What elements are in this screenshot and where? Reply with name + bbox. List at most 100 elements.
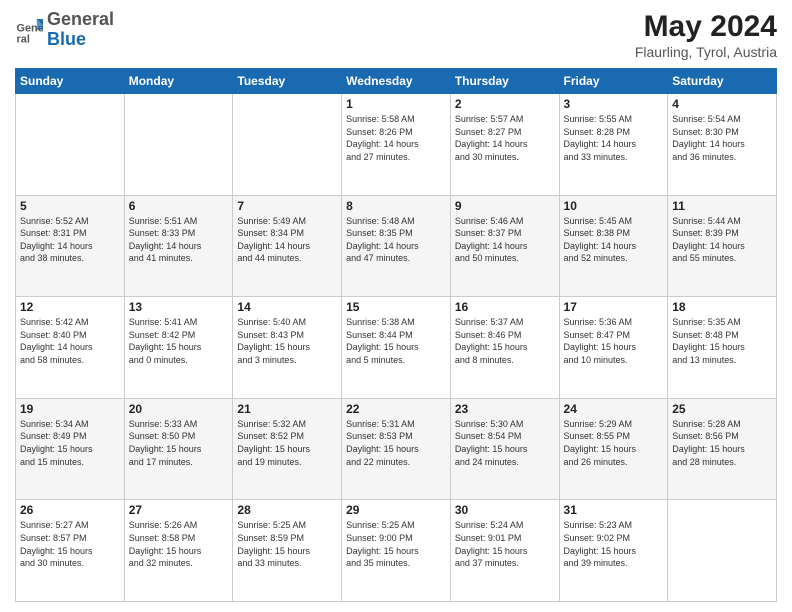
day-number: 31 <box>564 503 664 517</box>
day-info: Sunrise: 5:26 AM Sunset: 8:58 PM Dayligh… <box>129 519 229 569</box>
day-info: Sunrise: 5:33 AM Sunset: 8:50 PM Dayligh… <box>129 418 229 468</box>
calendar-cell: 28Sunrise: 5:25 AM Sunset: 8:59 PM Dayli… <box>233 500 342 602</box>
day-number: 16 <box>455 300 555 314</box>
day-number: 6 <box>129 199 229 213</box>
calendar-cell: 5 Sunrise: 5:52 AM Sunset: 8:31 PM Daylig… <box>16 195 125 297</box>
svg-text:ral: ral <box>17 33 30 44</box>
day-number: 24 <box>564 402 664 416</box>
calendar-cell: 30 Sunrise: 5:24 AM Sunset: 9:01 PM Dayli… <box>450 500 559 602</box>
day-info: Sunrise: 5:40 AM Sunset: 8:43 PM Dayligh… <box>237 316 337 366</box>
logo: Gene ral General Blue <box>15 10 114 50</box>
day-info: Sunrise: 5:55 AM Sunset: 8:28 PM Dayligh… <box>564 113 664 163</box>
calendar-cell: 12 Sunrise: 5:42 AM Sunset: 8:40 PM Dayli… <box>16 297 125 399</box>
day-number: 19 <box>20 402 120 416</box>
day-info: Sunrise: 5:46 AM Sunset: 8:37 PM Dayligh… <box>455 215 555 265</box>
calendar-cell: 15Sunrise: 5:38 AM Sunset: 8:44 PM Dayli… <box>342 297 451 399</box>
col-wednesday: Wednesday <box>342 69 451 94</box>
calendar-cell <box>16 94 125 196</box>
day-number: 17 <box>564 300 664 314</box>
day-info: Sunrise: 5:57 AM Sunset: 8:27 PM Dayligh… <box>455 113 555 163</box>
day-number: 11 <box>672 199 772 213</box>
day-info: Sunrise: 5:49 AM Sunset: 8:34 PM Dayligh… <box>237 215 337 265</box>
calendar-cell: 4Sunrise: 5:54 AM Sunset: 8:30 PM Daylig… <box>668 94 777 196</box>
calendar-cell: 25 Sunrise: 5:28 AM Sunset: 8:56 PM Dayli… <box>668 398 777 500</box>
day-number: 5 <box>20 199 120 213</box>
day-number: 21 <box>237 402 337 416</box>
day-number: 22 <box>346 402 446 416</box>
calendar-cell: 23Sunrise: 5:30 AM Sunset: 8:54 PM Dayli… <box>450 398 559 500</box>
calendar-cell: 7 Sunrise: 5:49 AM Sunset: 8:34 PM Daylig… <box>233 195 342 297</box>
calendar-cell: 17 Sunrise: 5:36 AM Sunset: 8:47 PM Dayli… <box>559 297 668 399</box>
day-number: 20 <box>129 402 229 416</box>
day-number: 18 <box>672 300 772 314</box>
calendar-cell: 9 Sunrise: 5:46 AM Sunset: 8:37 PM Daylig… <box>450 195 559 297</box>
day-number: 2 <box>455 97 555 111</box>
day-number: 23 <box>455 402 555 416</box>
calendar-cell: 19 Sunrise: 5:34 AM Sunset: 8:49 PM Dayli… <box>16 398 125 500</box>
calendar-cell <box>668 500 777 602</box>
calendar-cell: 22 Sunrise: 5:31 AM Sunset: 8:53 PM Dayli… <box>342 398 451 500</box>
calendar-table: Sunday Monday Tuesday Wednesday Thursday… <box>15 68 777 602</box>
day-number: 30 <box>455 503 555 517</box>
day-info: Sunrise: 5:48 AM Sunset: 8:35 PM Dayligh… <box>346 215 446 265</box>
day-info: Sunrise: 5:41 AM Sunset: 8:42 PM Dayligh… <box>129 316 229 366</box>
calendar-cell: 8Sunrise: 5:48 AM Sunset: 8:35 PM Daylig… <box>342 195 451 297</box>
calendar-cell: 18 Sunrise: 5:35 AM Sunset: 8:48 PM Dayli… <box>668 297 777 399</box>
calendar-cell: 31 Sunrise: 5:23 AM Sunset: 9:02 PM Dayli… <box>559 500 668 602</box>
day-info: Sunrise: 5:24 AM Sunset: 9:01 PM Dayligh… <box>455 519 555 569</box>
calendar-cell: 27Sunrise: 5:26 AM Sunset: 8:58 PM Dayli… <box>124 500 233 602</box>
day-info: Sunrise: 5:35 AM Sunset: 8:48 PM Dayligh… <box>672 316 772 366</box>
day-info: Sunrise: 5:54 AM Sunset: 8:30 PM Dayligh… <box>672 113 772 163</box>
day-number: 26 <box>20 503 120 517</box>
calendar-cell: 16 Sunrise: 5:37 AM Sunset: 8:46 PM Dayli… <box>450 297 559 399</box>
day-number: 3 <box>564 97 664 111</box>
calendar-cell: 3 Sunrise: 5:55 AM Sunset: 8:28 PM Daylig… <box>559 94 668 196</box>
day-info: Sunrise: 5:28 AM Sunset: 8:56 PM Dayligh… <box>672 418 772 468</box>
calendar-cell: 11 Sunrise: 5:44 AM Sunset: 8:39 PM Dayli… <box>668 195 777 297</box>
calendar-header-row: Sunday Monday Tuesday Wednesday Thursday… <box>16 69 777 94</box>
calendar-cell <box>233 94 342 196</box>
col-thursday: Thursday <box>450 69 559 94</box>
calendar-cell: 29 Sunrise: 5:25 AM Sunset: 9:00 PM Dayli… <box>342 500 451 602</box>
logo-general: General Blue <box>47 10 114 50</box>
day-number: 25 <box>672 402 772 416</box>
calendar-cell <box>124 94 233 196</box>
col-sunday: Sunday <box>16 69 125 94</box>
calendar-cell: 1 Sunrise: 5:58 AM Sunset: 8:26 PM Daylig… <box>342 94 451 196</box>
day-info: Sunrise: 5:29 AM Sunset: 8:55 PM Dayligh… <box>564 418 664 468</box>
day-info: Sunrise: 5:25 AM Sunset: 8:59 PM Dayligh… <box>237 519 337 569</box>
day-info: Sunrise: 5:27 AM Sunset: 8:57 PM Dayligh… <box>20 519 120 569</box>
day-info: Sunrise: 5:25 AM Sunset: 9:00 PM Dayligh… <box>346 519 446 569</box>
day-info: Sunrise: 5:31 AM Sunset: 8:53 PM Dayligh… <box>346 418 446 468</box>
day-number: 14 <box>237 300 337 314</box>
calendar-week-row: 5 Sunrise: 5:52 AM Sunset: 8:31 PM Daylig… <box>16 195 777 297</box>
day-number: 12 <box>20 300 120 314</box>
day-number: 7 <box>237 199 337 213</box>
location: Flaurling, Tyrol, Austria <box>635 44 777 60</box>
day-info: Sunrise: 5:51 AM Sunset: 8:33 PM Dayligh… <box>129 215 229 265</box>
calendar-cell: 10Sunrise: 5:45 AM Sunset: 8:38 PM Dayli… <box>559 195 668 297</box>
day-info: Sunrise: 5:44 AM Sunset: 8:39 PM Dayligh… <box>672 215 772 265</box>
calendar-cell: 26 Sunrise: 5:27 AM Sunset: 8:57 PM Dayli… <box>16 500 125 602</box>
calendar-cell: 24 Sunrise: 5:29 AM Sunset: 8:55 PM Dayli… <box>559 398 668 500</box>
generalblue-logo-icon: Gene ral <box>15 16 43 44</box>
calendar-week-row: 1 Sunrise: 5:58 AM Sunset: 8:26 PM Daylig… <box>16 94 777 196</box>
day-info: Sunrise: 5:38 AM Sunset: 8:44 PM Dayligh… <box>346 316 446 366</box>
day-info: Sunrise: 5:42 AM Sunset: 8:40 PM Dayligh… <box>20 316 120 366</box>
day-info: Sunrise: 5:23 AM Sunset: 9:02 PM Dayligh… <box>564 519 664 569</box>
day-info: Sunrise: 5:34 AM Sunset: 8:49 PM Dayligh… <box>20 418 120 468</box>
day-number: 1 <box>346 97 446 111</box>
calendar-cell: 2 Sunrise: 5:57 AM Sunset: 8:27 PM Daylig… <box>450 94 559 196</box>
day-number: 13 <box>129 300 229 314</box>
day-info: Sunrise: 5:58 AM Sunset: 8:26 PM Dayligh… <box>346 113 446 163</box>
day-info: Sunrise: 5:32 AM Sunset: 8:52 PM Dayligh… <box>237 418 337 468</box>
day-number: 29 <box>346 503 446 517</box>
page: Gene ral General Blue May 2024 Flaurling… <box>0 0 792 612</box>
calendar-cell: 14 Sunrise: 5:40 AM Sunset: 8:43 PM Dayli… <box>233 297 342 399</box>
col-friday: Friday <box>559 69 668 94</box>
day-number: 9 <box>455 199 555 213</box>
day-info: Sunrise: 5:37 AM Sunset: 8:46 PM Dayligh… <box>455 316 555 366</box>
header: Gene ral General Blue May 2024 Flaurling… <box>15 10 777 60</box>
day-info: Sunrise: 5:36 AM Sunset: 8:47 PM Dayligh… <box>564 316 664 366</box>
day-info: Sunrise: 5:52 AM Sunset: 8:31 PM Dayligh… <box>20 215 120 265</box>
